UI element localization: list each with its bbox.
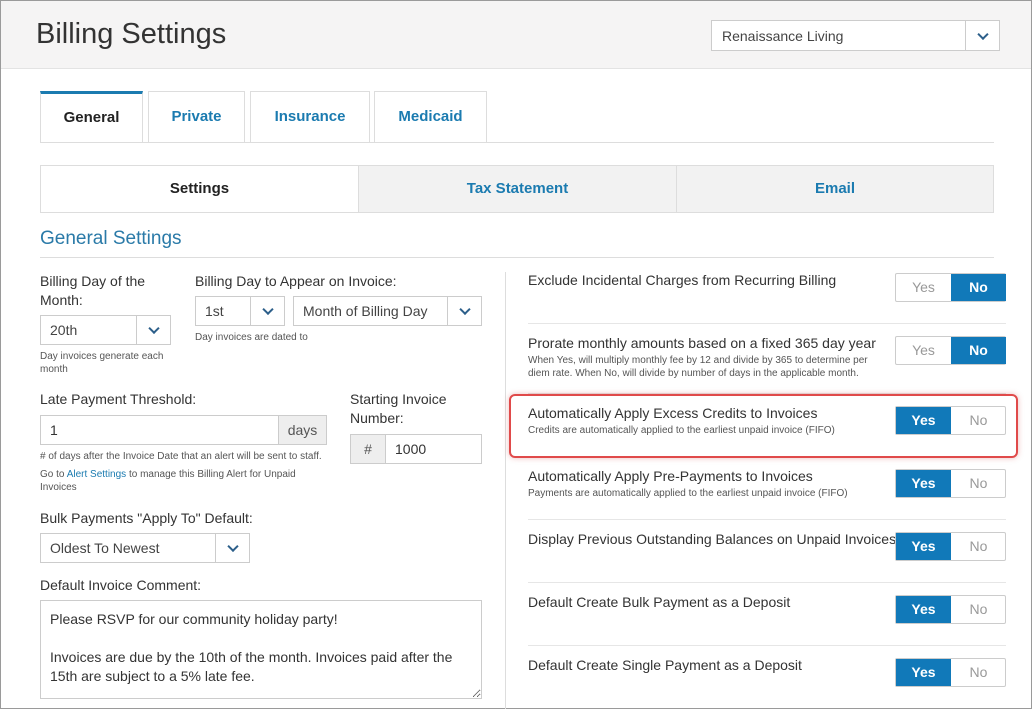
- yes-no-toggle[interactable]: Yes No: [895, 595, 1006, 624]
- setting-label: Default Create Bulk Payment as a Deposit: [528, 594, 791, 610]
- invoice-day-value: 1st: [205, 303, 224, 319]
- toggle-yes-button[interactable]: Yes: [896, 596, 951, 623]
- invoice-month-value: Month of Billing Day: [303, 303, 428, 319]
- facility-select[interactable]: Renaissance Living: [711, 20, 1000, 51]
- invoice-month-select[interactable]: Month of Billing Day: [293, 296, 482, 326]
- chevron-down-icon: [976, 28, 989, 40]
- toggle-no-button[interactable]: No: [951, 274, 1006, 301]
- toggle-no-button[interactable]: No: [951, 337, 1006, 364]
- billing-day-hint: Day invoices generate each month: [40, 351, 164, 375]
- late-threshold-hint: # of days after the Invoice Date that an…: [40, 451, 322, 462]
- starting-invoice-label: Starting Invoice Number:: [350, 391, 447, 426]
- bulk-apply-select[interactable]: Oldest To Newest: [40, 533, 250, 563]
- starting-invoice-value: 1000: [395, 441, 427, 457]
- starting-invoice-input[interactable]: 1000: [385, 434, 482, 464]
- chevron-down-icon: [261, 303, 274, 316]
- subtab-email[interactable]: Email: [676, 165, 994, 213]
- setting-label: Prorate monthly amounts based on a fixed…: [528, 335, 876, 351]
- highlight-box: [509, 394, 1018, 458]
- default-comment-textarea[interactable]: [40, 600, 482, 699]
- yes-no-toggle[interactable]: Yes No: [895, 336, 1006, 365]
- column-divider: [505, 272, 506, 709]
- billing-day-select[interactable]: 20th: [40, 315, 171, 345]
- yes-no-toggle[interactable]: Yes No: [895, 273, 1006, 302]
- late-threshold-input[interactable]: 1: [40, 415, 279, 445]
- toggle-yes-button[interactable]: Yes: [896, 533, 951, 560]
- tab-medicaid[interactable]: Medicaid: [374, 91, 487, 143]
- section-divider: [40, 257, 994, 258]
- alert-settings-link[interactable]: Alert Settings: [67, 469, 126, 480]
- row-divider: [528, 645, 1006, 646]
- subtab-settings[interactable]: Settings: [40, 165, 359, 213]
- chevron-down-icon: [458, 303, 471, 316]
- yes-no-toggle[interactable]: Yes No: [895, 532, 1006, 561]
- bulk-apply-label: Bulk Payments "Apply To" Default:: [40, 510, 253, 526]
- chevron-down-icon: [147, 322, 160, 335]
- late-threshold-unit: days: [278, 415, 327, 445]
- yes-no-toggle[interactable]: Yes No: [895, 658, 1006, 687]
- toggle-no-button[interactable]: No: [951, 596, 1006, 623]
- invoice-day-select[interactable]: 1st: [195, 296, 285, 326]
- setting-hint: When Yes, will multiply monthly fee by 1…: [528, 355, 868, 379]
- setting-label: Display Previous Outstanding Balances on…: [528, 531, 897, 547]
- bulk-apply-value: Oldest To Newest: [50, 540, 160, 556]
- toggle-yes-button[interactable]: Yes: [896, 659, 951, 686]
- billing-day-value: 20th: [50, 322, 78, 338]
- toggle-no-button[interactable]: No: [951, 659, 1006, 686]
- row-divider: [528, 519, 1006, 520]
- row-divider: [528, 323, 1006, 324]
- facility-select-value: Renaissance Living: [722, 28, 844, 44]
- invoice-month-dropdown-button[interactable]: [447, 297, 481, 325]
- setting-hint: Payments are automatically applied to th…: [528, 488, 848, 499]
- invoice-day-dropdown-button[interactable]: [250, 297, 284, 325]
- default-comment-label: Default Invoice Comment:: [40, 577, 202, 593]
- invoice-day-label: Billing Day to Appear on Invoice:: [195, 273, 397, 289]
- toggle-yes-button[interactable]: Yes: [896, 274, 951, 301]
- yes-no-toggle[interactable]: Yes No: [895, 469, 1006, 498]
- section-title: General Settings: [40, 228, 182, 249]
- tabs-divider: [40, 142, 994, 143]
- setting-label: Automatically Apply Pre-Payments to Invo…: [528, 468, 813, 484]
- tab-insurance[interactable]: Insurance: [250, 91, 370, 143]
- bulk-apply-dropdown-button[interactable]: [215, 534, 249, 562]
- facility-dropdown-button[interactable]: [965, 21, 999, 50]
- setting-label: Exclude Incidental Charges from Recurrin…: [528, 272, 837, 288]
- hash-prefix: #: [350, 434, 386, 464]
- page-title: Billing Settings: [36, 18, 227, 50]
- toggle-no-button[interactable]: No: [951, 533, 1006, 560]
- chevron-down-icon: [226, 540, 239, 553]
- subtab-tax-statement[interactable]: Tax Statement: [358, 165, 677, 213]
- alert-hint-pre: Go to: [40, 469, 67, 480]
- setting-label: Default Create Single Payment as a Depos…: [528, 657, 802, 673]
- toggle-yes-button[interactable]: Yes: [896, 470, 951, 497]
- invoice-day-hint: Day invoices are dated to: [195, 332, 308, 343]
- toggle-no-button[interactable]: No: [951, 470, 1006, 497]
- tab-private[interactable]: Private: [148, 91, 245, 143]
- late-threshold-label: Late Payment Threshold:: [40, 391, 197, 407]
- late-threshold-value: 1: [50, 422, 58, 438]
- billing-day-dropdown-button[interactable]: [136, 316, 170, 344]
- page-header: Billing Settings Renaissance Living: [1, 1, 1031, 69]
- toggle-yes-button[interactable]: Yes: [896, 337, 951, 364]
- alert-settings-hint: Go to Alert Settings to manage this Bill…: [40, 468, 320, 494]
- tab-general[interactable]: General: [40, 91, 143, 143]
- billing-day-label: Billing Day of the Month:: [40, 273, 146, 308]
- row-divider: [528, 582, 1006, 583]
